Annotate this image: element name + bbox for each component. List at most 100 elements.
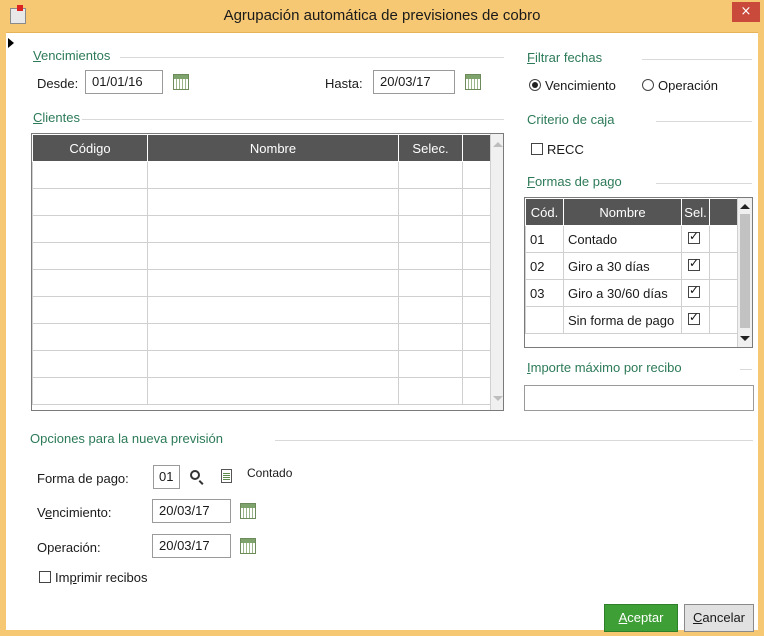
opciones-section-title: Opciones para la nueva previsión	[30, 431, 223, 446]
nombre-cell[interactable]: Sin forma de pago	[563, 306, 682, 334]
table-row[interactable]	[32, 188, 491, 216]
cod-cell[interactable]: 01	[525, 225, 564, 253]
cell[interactable]	[147, 215, 399, 243]
cell[interactable]	[147, 161, 399, 189]
cell[interactable]	[398, 377, 463, 405]
nombre-cell[interactable]: Contado	[563, 225, 682, 253]
cell	[462, 350, 491, 378]
divider	[275, 440, 753, 441]
column-header-nombre[interactable]: Nombre	[563, 198, 682, 226]
radio-operacion-indicator[interactable]	[642, 79, 654, 91]
cell[interactable]	[32, 188, 148, 216]
scroll-down-icon[interactable]	[493, 396, 503, 401]
table-row[interactable]: Sin forma de pago	[525, 306, 738, 334]
table-row[interactable]: 02 Giro a 30 días	[525, 252, 738, 280]
cell[interactable]	[32, 269, 148, 297]
hasta-calendar-icon[interactable]	[465, 74, 481, 90]
table-row[interactable]	[32, 161, 491, 189]
nombre-cell[interactable]: Giro a 30/60 días	[563, 279, 682, 307]
search-icon[interactable]	[190, 470, 200, 480]
column-header-codigo[interactable]: Código	[32, 134, 148, 162]
sel-cell[interactable]	[681, 306, 710, 334]
window-frame-right	[758, 32, 764, 636]
cell[interactable]	[147, 188, 399, 216]
cancelar-button[interactable]: Cancelar	[684, 604, 754, 632]
clientes-scrollbar[interactable]	[490, 134, 503, 410]
sel-checkbox[interactable]	[688, 310, 700, 325]
close-button[interactable]: ×	[732, 2, 760, 22]
scroll-up-icon[interactable]	[493, 142, 503, 147]
radio-vencimiento-indicator[interactable]	[529, 79, 541, 91]
formas-pago-scrollbar[interactable]	[737, 198, 752, 347]
hasta-date-input[interactable]: 20/03/17	[373, 70, 455, 94]
table-row[interactable]	[32, 242, 491, 270]
sel-checkbox[interactable]	[688, 256, 700, 271]
cell[interactable]	[147, 269, 399, 297]
vencimientos-section-title: Vencimientos	[33, 48, 111, 63]
cell[interactable]	[32, 215, 148, 243]
cell[interactable]	[147, 296, 399, 324]
filtrar-fechas-section-title: Filtrar fechas	[527, 50, 603, 65]
cell[interactable]	[32, 296, 148, 324]
vencimiento-date-input[interactable]: 20/03/17	[152, 499, 231, 523]
sel-checkbox[interactable]	[688, 283, 700, 298]
forma-pago-input[interactable]: 01	[153, 465, 180, 489]
aceptar-button[interactable]: Aceptar	[604, 604, 678, 632]
radio-vencimiento[interactable]: Vencimiento	[527, 78, 637, 94]
column-header-sel[interactable]: Sel.	[681, 198, 710, 226]
cell[interactable]	[147, 242, 399, 270]
sel-cell[interactable]	[681, 279, 710, 307]
sel-cell[interactable]	[681, 252, 710, 280]
column-header-cod[interactable]: Cód.	[525, 198, 564, 226]
column-header-nombre[interactable]: Nombre	[147, 134, 399, 162]
radio-operacion[interactable]: Operación	[640, 78, 730, 94]
formas-pago-grid[interactable]: Cód. Nombre Sel. 01 Contado 02 Giro a 30…	[524, 197, 753, 348]
cell[interactable]	[398, 161, 463, 189]
recc-checkbox[interactable]: RECC	[529, 142, 599, 158]
scroll-down-icon[interactable]	[740, 336, 750, 341]
cell[interactable]	[32, 161, 148, 189]
cell[interactable]	[398, 215, 463, 243]
cell[interactable]	[32, 323, 148, 351]
scroll-thumb[interactable]	[740, 214, 750, 328]
cell[interactable]	[398, 296, 463, 324]
clientes-grid[interactable]: Código Nombre Selec.	[31, 133, 504, 411]
cell[interactable]	[32, 377, 148, 405]
vencimiento-calendar-icon[interactable]	[240, 503, 256, 519]
desde-date-input[interactable]: 01/01/16	[85, 70, 163, 94]
cell[interactable]	[147, 323, 399, 351]
cell[interactable]	[398, 269, 463, 297]
table-row[interactable]	[32, 269, 491, 297]
nombre-cell[interactable]: Giro a 30 días	[563, 252, 682, 280]
cod-cell[interactable]: 03	[525, 279, 564, 307]
cell[interactable]	[398, 188, 463, 216]
cell[interactable]	[398, 242, 463, 270]
table-row[interactable]: 03 Giro a 30/60 días	[525, 279, 738, 307]
scroll-up-icon[interactable]	[740, 204, 750, 209]
importe-maximo-input[interactable]	[524, 385, 754, 411]
cell[interactable]	[147, 350, 399, 378]
document-icon[interactable]	[221, 469, 232, 483]
table-row[interactable]	[32, 296, 491, 324]
cod-cell[interactable]: 02	[525, 252, 564, 280]
sel-cell[interactable]	[681, 225, 710, 253]
table-row[interactable]	[32, 350, 491, 378]
cell[interactable]	[32, 242, 148, 270]
cell[interactable]	[398, 350, 463, 378]
imprimir-recibos-box[interactable]	[39, 571, 51, 583]
desde-calendar-icon[interactable]	[173, 74, 189, 90]
imprimir-recibos-checkbox[interactable]: Imprimir recibos	[37, 570, 167, 586]
cell[interactable]	[398, 323, 463, 351]
operacion-calendar-icon[interactable]	[240, 538, 256, 554]
recc-checkbox-box[interactable]	[531, 143, 543, 155]
column-header-selec[interactable]: Selec.	[398, 134, 463, 162]
table-row[interactable]	[32, 215, 491, 243]
table-row[interactable]	[32, 323, 491, 351]
cell[interactable]	[147, 377, 399, 405]
table-row[interactable]: 01 Contado	[525, 225, 738, 253]
cod-cell[interactable]	[525, 306, 564, 334]
table-row[interactable]	[32, 377, 491, 405]
operacion-date-input[interactable]: 20/03/17	[152, 534, 231, 558]
sel-checkbox[interactable]	[688, 229, 700, 244]
cell[interactable]	[32, 350, 148, 378]
